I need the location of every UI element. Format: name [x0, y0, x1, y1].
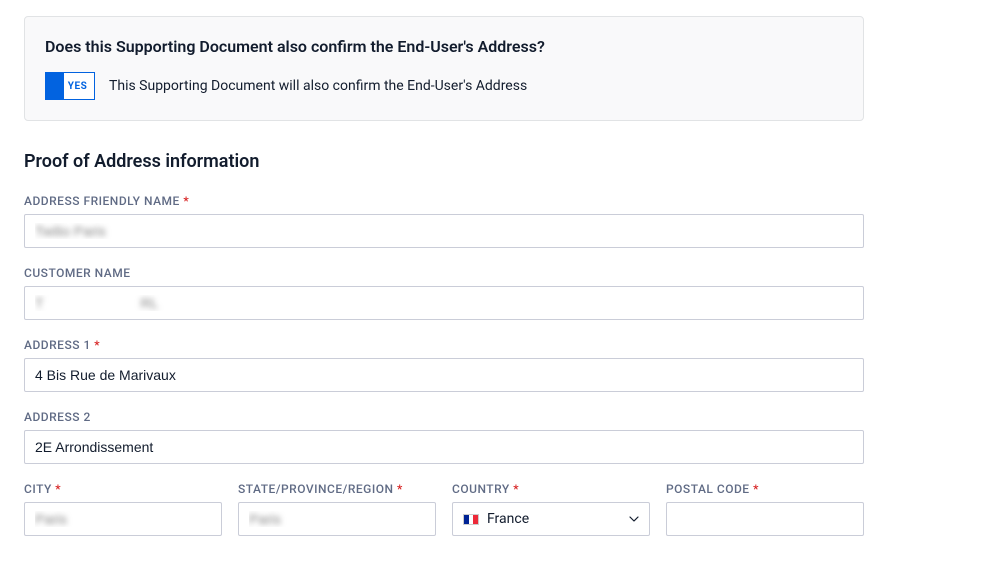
field-address1: ADDRESS 1 * — [24, 338, 964, 392]
address-row: CITY * STATE/PROVINCE/REGION * COUNTRY * — [24, 482, 864, 536]
required-asterisk: * — [55, 482, 61, 496]
required-asterisk: * — [397, 482, 403, 496]
label-text: ADDRESS 1 — [24, 338, 91, 352]
confirm-toggle-row: YES This Supporting Document will also c… — [45, 72, 843, 100]
select-country-wrap: France — [452, 502, 650, 536]
input-customer-name[interactable] — [24, 286, 864, 320]
field-postal: POSTAL CODE * — [666, 482, 864, 536]
input-address1[interactable] — [24, 358, 864, 392]
field-city: CITY * — [24, 482, 222, 536]
input-friendly-name[interactable] — [24, 214, 864, 248]
input-address2[interactable] — [24, 430, 864, 464]
field-customer-name: CUSTOMER NAME — [24, 266, 964, 320]
field-state: STATE/PROVINCE/REGION * — [238, 482, 436, 536]
label-text: POSTAL CODE — [666, 482, 750, 496]
label-text: COUNTRY — [452, 482, 510, 496]
required-asterisk: * — [94, 338, 100, 352]
toggle-label: YES — [64, 81, 94, 92]
label-text: CITY — [24, 482, 52, 496]
confirm-description: This Supporting Document will also confi… — [109, 78, 527, 94]
label-text: ADDRESS FRIENDLY NAME — [24, 194, 180, 208]
label-country: COUNTRY * — [452, 482, 650, 496]
toggle-indicator — [46, 73, 64, 99]
field-address2: ADDRESS 2 — [24, 410, 964, 464]
required-asterisk: * — [753, 482, 759, 496]
label-text: STATE/PROVINCE/REGION — [238, 482, 394, 496]
input-city[interactable] — [24, 502, 222, 536]
field-friendly-name: ADDRESS FRIENDLY NAME * — [24, 194, 964, 248]
france-flag-icon — [463, 514, 479, 525]
section-heading: Proof of Address information — [24, 151, 964, 172]
label-address2: ADDRESS 2 — [24, 410, 964, 424]
input-postal[interactable] — [666, 502, 864, 536]
country-value: France — [487, 511, 529, 527]
required-asterisk: * — [513, 482, 519, 496]
label-city: CITY * — [24, 482, 222, 496]
confirm-toggle[interactable]: YES — [45, 72, 95, 100]
select-country[interactable]: France — [452, 502, 650, 536]
confirm-title: Does this Supporting Document also confi… — [45, 37, 843, 56]
field-country: COUNTRY * France — [452, 482, 650, 536]
label-friendly-name: ADDRESS FRIENDLY NAME * — [24, 194, 964, 208]
label-postal: POSTAL CODE * — [666, 482, 864, 496]
form-container: Does this Supporting Document also confi… — [0, 0, 988, 556]
label-address1: ADDRESS 1 * — [24, 338, 964, 352]
required-asterisk: * — [183, 194, 189, 208]
label-state: STATE/PROVINCE/REGION * — [238, 482, 436, 496]
label-customer-name: CUSTOMER NAME — [24, 266, 964, 280]
input-state[interactable] — [238, 502, 436, 536]
confirm-address-box: Does this Supporting Document also confi… — [24, 16, 864, 121]
